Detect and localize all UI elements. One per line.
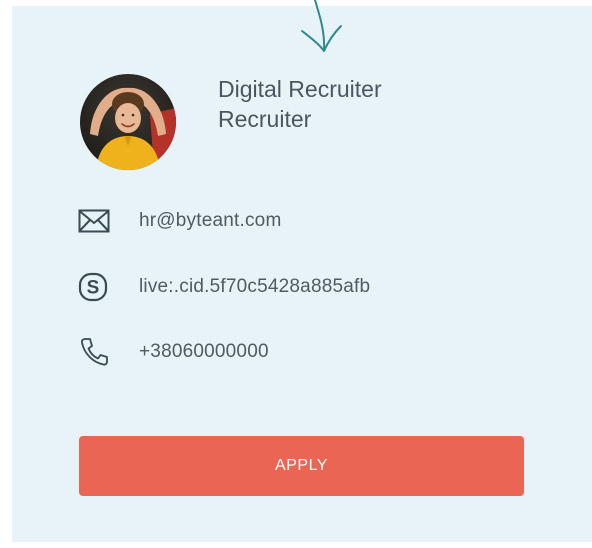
svg-text:S: S	[87, 278, 100, 299]
contact-email-text[interactable]: hr@byteant.com	[139, 210, 281, 232]
profile-title: Digital Recruiter	[218, 76, 382, 102]
profile-role: Recruiter	[218, 106, 312, 132]
hand-drawn-arrow-icon	[301, 0, 342, 52]
contact-email-row[interactable]: hr@byteant.com	[78, 204, 281, 238]
envelope-icon	[78, 204, 112, 238]
page: Digital Recruiter Recruiter hr@byteant.c…	[0, 0, 592, 548]
phone-icon	[78, 335, 112, 369]
avatar	[80, 74, 176, 170]
profile-name-block: Digital Recruiter Recruiter	[218, 74, 382, 134]
contact-phone-row[interactable]: +38060000000	[78, 335, 269, 369]
contact-phone-text[interactable]: +38060000000	[139, 341, 269, 363]
contact-skype-text[interactable]: live:.cid.5f70c5428a885afb	[139, 276, 370, 298]
avatar-photo	[80, 74, 176, 170]
skype-icon: S	[78, 270, 112, 304]
apply-button[interactable]: APPLY	[79, 436, 524, 496]
contact-skype-row[interactable]: S live:.cid.5f70c5428a885afb	[78, 270, 370, 304]
